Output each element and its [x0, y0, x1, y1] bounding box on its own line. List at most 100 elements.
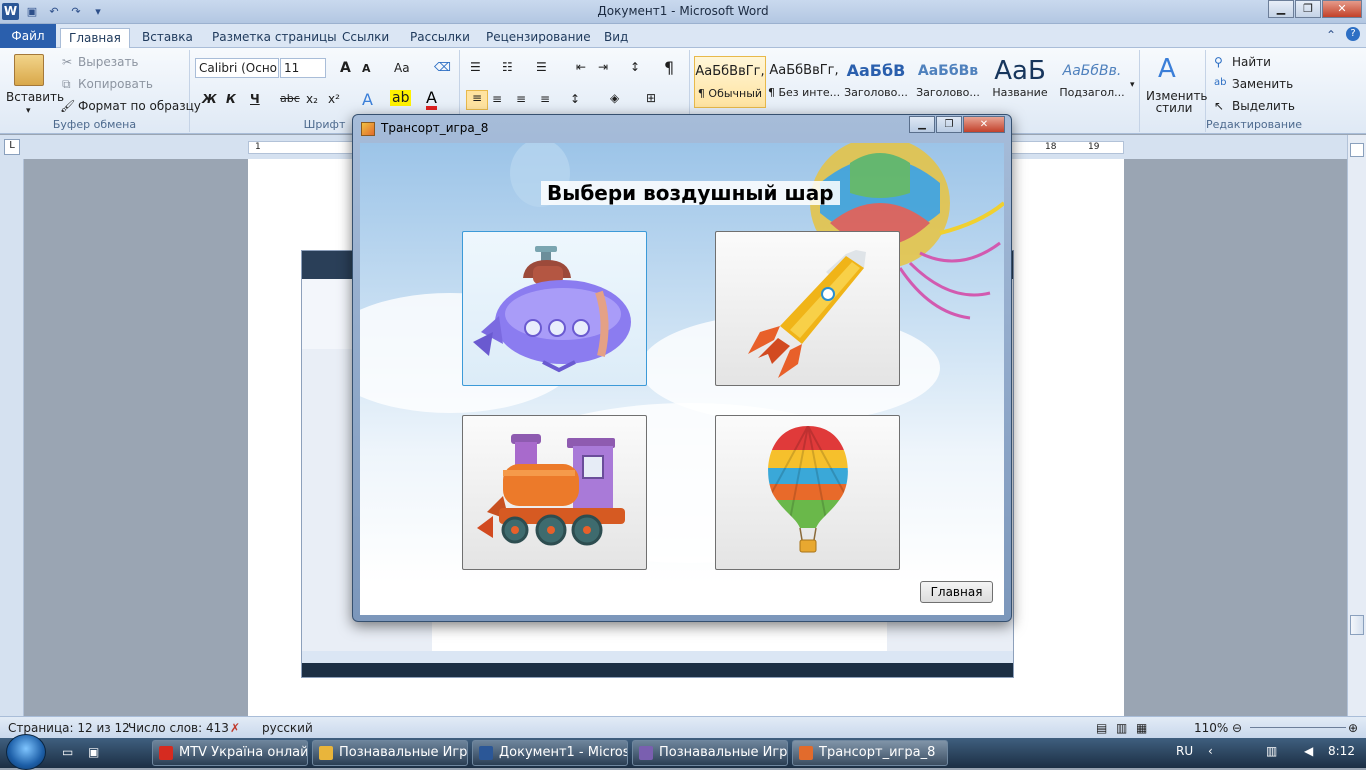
bold-button[interactable]: Ж — [202, 92, 217, 106]
volume-icon[interactable]: ◀ — [1304, 744, 1313, 758]
tab-mailings[interactable]: Рассылки — [402, 28, 478, 48]
strikethrough-button[interactable]: abc — [280, 92, 300, 105]
font-name-select[interactable]: Calibri (Осно — [195, 58, 279, 78]
show-marks-icon[interactable]: ¶ — [664, 58, 674, 77]
language[interactable]: русский — [262, 721, 313, 735]
network-icon[interactable]: ▥ — [1266, 744, 1277, 758]
reading-layout-icon[interactable]: ▥ — [1116, 721, 1127, 735]
numbering-icon[interactable]: ☷ — [502, 60, 513, 74]
tab-references[interactable]: Ссылки — [334, 28, 397, 48]
vertical-scrollbar[interactable] — [1347, 135, 1366, 716]
bullets-icon[interactable]: ☰ — [470, 60, 481, 74]
select-button[interactable]: Выделить — [1232, 99, 1295, 113]
shading-icon[interactable]: ◈ — [610, 91, 619, 105]
tab-home[interactable]: Главная — [60, 28, 130, 49]
decrease-indent-icon[interactable]: ⇤ — [576, 60, 586, 74]
align-center-icon[interactable]: ≡ — [492, 92, 502, 106]
font-color-icon[interactable]: A — [426, 90, 437, 110]
option-train[interactable] — [462, 415, 647, 570]
line-spacing-icon[interactable]: ↕ — [570, 92, 580, 106]
clipboard-label: Буфер обмена — [52, 118, 137, 131]
start-button[interactable] — [6, 734, 46, 770]
multilevel-list-icon[interactable]: ☰ — [536, 60, 547, 74]
change-styles-icon: A — [1158, 54, 1176, 84]
cut-button[interactable]: Вырезать — [78, 55, 139, 69]
zoom-slider[interactable] — [1250, 727, 1346, 728]
highlight-icon[interactable]: ab — [390, 90, 412, 106]
word-icon — [479, 746, 493, 760]
copy-button[interactable]: Копировать — [78, 77, 153, 91]
underline-button[interactable]: Ч — [250, 92, 260, 106]
grow-font-button[interactable]: A — [340, 60, 351, 76]
superscript-button[interactable]: x² — [328, 92, 340, 106]
paste-button[interactable]: Вставить — [6, 90, 64, 104]
taskbar-item-transport-game[interactable]: Трансорт_игра_8 — [792, 740, 948, 766]
tab-review[interactable]: Рецензирование — [478, 28, 599, 48]
tab-insert[interactable]: Вставка — [134, 28, 201, 48]
taskbar-item-games-folder[interactable]: Познавальные Игры — [312, 740, 468, 766]
replace-button[interactable]: Заменить — [1232, 77, 1293, 91]
home-button[interactable]: Главная — [920, 581, 993, 603]
maximize-button[interactable]: ❐ — [1295, 0, 1321, 18]
shrink-font-button[interactable]: A — [362, 62, 371, 75]
clock[interactable]: 8:12 — [1328, 744, 1355, 758]
style-normal[interactable]: АаБбВвГг, ¶ Обычный — [694, 56, 766, 108]
tab-selector-icon[interactable]: L — [4, 139, 20, 155]
proofing-icon[interactable]: ✗ — [230, 721, 240, 735]
tab-view[interactable]: Вид — [596, 28, 636, 48]
font-size-select[interactable]: 11 — [280, 58, 326, 78]
option-submarine[interactable] — [462, 231, 647, 386]
option-rocket[interactable] — [715, 231, 900, 386]
increase-indent-icon[interactable]: ⇥ — [598, 60, 608, 74]
tab-file[interactable]: Файл — [0, 24, 56, 48]
minimize-button[interactable]: ▁ — [1268, 0, 1294, 18]
zoom-out-icon[interactable]: ⊖ — [1232, 721, 1242, 735]
switch-windows-icon[interactable]: ▣ — [88, 745, 99, 759]
find-button[interactable]: Найти — [1232, 55, 1271, 69]
style-no-spacing[interactable]: АаБбВвГг, ¶ Без инте... — [768, 56, 840, 108]
style-heading-2[interactable]: АаБбВв Заголово... — [912, 56, 984, 108]
input-language[interactable]: RU — [1176, 744, 1193, 758]
justify-icon[interactable]: ≡ — [540, 92, 550, 106]
show-desktop-icon[interactable]: ▭ — [62, 745, 73, 759]
scroll-thumb[interactable] — [1350, 615, 1364, 635]
word-count[interactable]: Число слов: 413 — [128, 721, 229, 735]
vertical-ruler — [0, 159, 24, 716]
change-case-button[interactable]: Aa — [394, 61, 410, 75]
style-heading-1[interactable]: АаБбВ Заголово... — [840, 56, 912, 108]
page-count[interactable]: Страница: 12 из 12 — [8, 721, 130, 735]
close-button[interactable]: ✕ — [1322, 0, 1362, 18]
style-subtitle[interactable]: АаБбВв. Подзагол... — [1056, 56, 1128, 108]
format-painter-button[interactable]: Формат по образцу — [78, 99, 201, 113]
align-right-icon[interactable]: ≡ — [516, 92, 526, 106]
styles-more-icon[interactable]: ▾ — [1130, 80, 1135, 90]
sort-icon[interactable]: ↕ — [630, 60, 640, 74]
collapse-ribbon-icon[interactable]: ⌃ — [1326, 28, 1336, 42]
italic-button[interactable]: К — [226, 92, 236, 106]
taskbar-item-word[interactable]: Документ1 - Micros... — [472, 740, 628, 766]
tab-page-layout[interactable]: Разметка страницы — [204, 28, 345, 48]
game-minimize-button[interactable]: ▁ — [909, 116, 935, 133]
zoom-level[interactable]: 110% — [1194, 721, 1228, 735]
align-left-icon[interactable]: ≡ — [466, 90, 488, 110]
zoom-in-icon[interactable]: ⊕ — [1348, 721, 1358, 735]
taskbar-item-games-app[interactable]: Познавальные Игр... — [632, 740, 788, 766]
game-maximize-button[interactable]: ❐ — [936, 116, 962, 133]
subscript-button[interactable]: x₂ — [306, 92, 318, 106]
view-ruler-icon[interactable] — [1350, 143, 1364, 157]
game-close-button[interactable]: ✕ — [963, 116, 1005, 133]
option-hot-air-balloon[interactable] — [715, 415, 900, 570]
print-layout-icon[interactable]: ▤ — [1096, 721, 1107, 735]
change-styles-button[interactable]: Изменить стили — [1146, 90, 1208, 114]
help-icon[interactable]: ? — [1346, 27, 1360, 41]
train-icon — [477, 434, 625, 546]
paste-dropdown-icon[interactable]: ▾ — [26, 106, 31, 116]
taskbar-item-mtv[interactable]: MTV Україна онлай... — [152, 740, 308, 766]
game-icon — [799, 746, 813, 760]
text-effects-icon[interactable]: A — [362, 90, 373, 109]
borders-icon[interactable]: ⊞ — [646, 91, 656, 105]
clear-formatting-icon[interactable]: ⌫ — [434, 60, 451, 74]
tray-expand-icon[interactable]: ‹ — [1208, 744, 1213, 758]
web-layout-icon[interactable]: ▦ — [1136, 721, 1147, 735]
style-title[interactable]: АаБ Название — [984, 56, 1056, 108]
